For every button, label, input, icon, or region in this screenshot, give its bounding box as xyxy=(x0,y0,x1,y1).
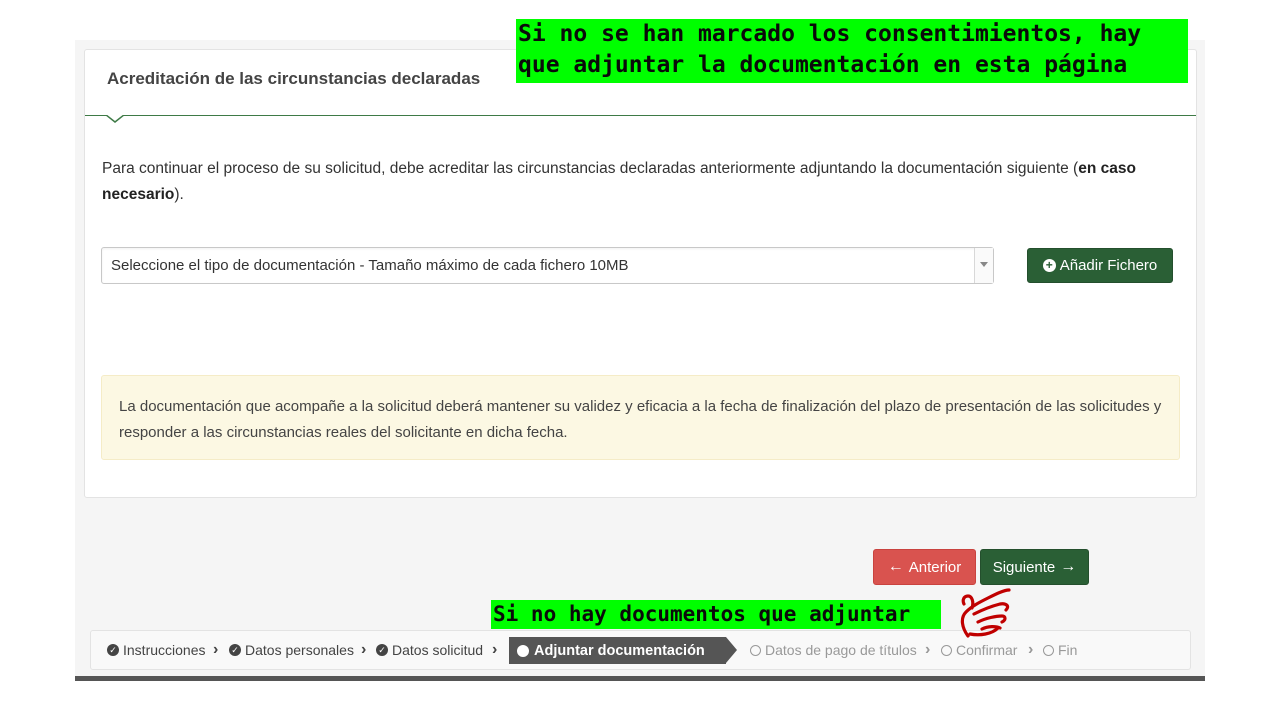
filled-circle-icon xyxy=(517,644,529,657)
step-label: Datos de pago de títulos xyxy=(765,642,917,658)
header-caret-icon xyxy=(105,114,125,123)
step-fin[interactable]: Fin xyxy=(1043,631,1077,669)
step-adjuntar-documentacion[interactable]: Adjuntar documentación xyxy=(509,637,737,664)
card-title: Acreditación de las circunstancias decla… xyxy=(107,69,481,88)
step-datos-personales[interactable]: ✓ Datos personales xyxy=(229,631,354,669)
arrow-right-icon: → xyxy=(1060,558,1077,575)
step-label: Fin xyxy=(1058,642,1078,658)
intro-text-part1: Para continuar el proceso de su solicitu… xyxy=(102,160,1079,177)
annotation-top-line1: Si no se han marcado los consentimientos… xyxy=(518,21,1142,47)
check-circle-icon: ✓ xyxy=(229,644,241,656)
empty-circle-icon xyxy=(1043,644,1054,656)
empty-circle-icon xyxy=(941,644,952,656)
check-circle-icon: ✓ xyxy=(107,644,119,656)
annotation-top: Si no se han marcado los consentimientos… xyxy=(516,19,1188,83)
card-header-divider xyxy=(85,115,1196,116)
progress-stepper: ✓ Instrucciones › ✓ Datos personales › ✓… xyxy=(90,630,1191,670)
validity-notice: La documentación que acompañe a la solic… xyxy=(101,375,1180,460)
document-type-select[interactable]: Seleccione el tipo de documentación - Ta… xyxy=(101,247,994,284)
annotation-bottom: Si no hay documentos que adjuntar xyxy=(491,600,941,629)
intro-text: Para continuar el proceso de su solicitu… xyxy=(102,156,1182,208)
previous-button[interactable]: ← Anterior xyxy=(873,549,976,585)
add-file-button[interactable]: + Añadir Fichero xyxy=(1027,248,1173,283)
chevron-down-icon xyxy=(980,262,988,267)
bottom-divider xyxy=(75,676,1205,681)
arrow-left-icon: ← xyxy=(887,558,904,575)
chevron-right-icon: › xyxy=(1028,641,1034,658)
step-label: Datos solicitud xyxy=(392,642,484,658)
check-circle-icon: ✓ xyxy=(376,644,388,656)
chevron-right-icon: › xyxy=(213,641,219,658)
documentation-card: Acreditación de las circunstancias decla… xyxy=(84,49,1197,498)
annotation-top-line2: que adjuntar la documentación en esta pá… xyxy=(518,52,1128,78)
step-instrucciones[interactable]: ✓ Instrucciones xyxy=(107,631,205,669)
chevron-right-icon: › xyxy=(361,641,367,658)
document-type-select-value: Seleccione el tipo de documentación - Ta… xyxy=(111,257,629,274)
chevron-right-icon: › xyxy=(925,641,931,658)
step-label: Instrucciones xyxy=(123,642,206,658)
step-datos-solicitud[interactable]: ✓ Datos solicitud xyxy=(376,631,483,669)
select-arrow-box[interactable] xyxy=(974,248,993,283)
step-label: Adjuntar documentación xyxy=(534,642,705,659)
intro-text-part2: ). xyxy=(174,186,184,203)
step-label: Datos personales xyxy=(245,642,354,658)
step-label: Confirmar xyxy=(956,642,1018,658)
next-button-label: Siguiente xyxy=(992,558,1056,576)
step-datos-pago-titulos[interactable]: Datos de pago de títulos xyxy=(750,631,917,669)
empty-circle-icon xyxy=(750,644,761,656)
pointing-hand-icon xyxy=(960,588,1011,638)
plus-circle-icon: + xyxy=(1042,259,1056,272)
chevron-right-icon: › xyxy=(492,641,498,658)
previous-button-label: Anterior xyxy=(908,558,962,576)
add-file-label: Añadir Fichero xyxy=(1059,257,1158,274)
next-button[interactable]: Siguiente → xyxy=(980,549,1089,585)
